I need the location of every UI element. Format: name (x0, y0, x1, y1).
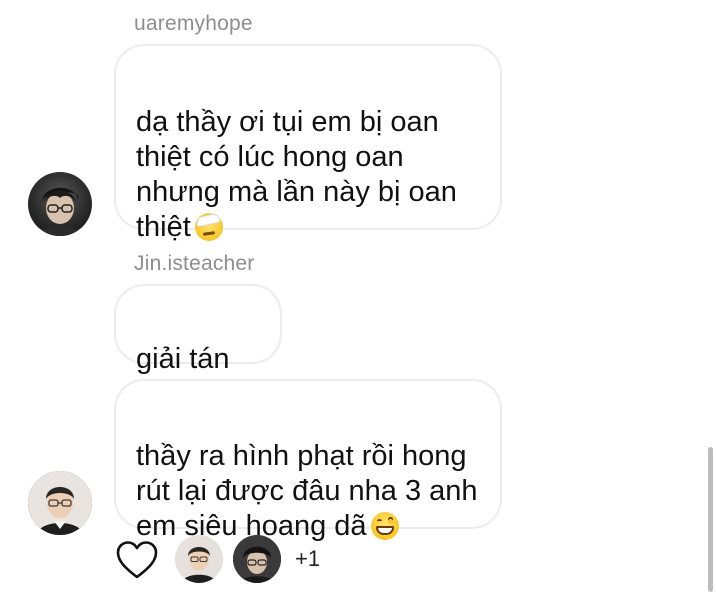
profile-photo-icon (38, 187, 82, 236)
sender-name: uaremyhope (134, 12, 253, 35)
sender-name: Jin.isteacher (134, 252, 255, 275)
message-text: dạ thầy ơi tụi em bị oan thiệt có lúc ho… (136, 106, 457, 243)
grinning-face-icon (370, 512, 399, 540)
avatar[interactable] (28, 172, 92, 236)
message-bubble[interactable]: dạ thầy ơi tụi em bị oan thiệt có lúc ho… (114, 44, 502, 243)
message-bubble[interactable]: thầy ra hình phạt rồi hong rút lại được … (114, 379, 502, 542)
heart-outline-icon (116, 541, 158, 579)
message-text: thầy ra hình phạt rồi hong rút lại được … (136, 440, 478, 542)
profile-photo-icon (28, 471, 92, 535)
message-bubble[interactable]: giải tán đi (114, 284, 282, 410)
reactor-avatar[interactable] (175, 535, 223, 583)
like-button[interactable] (115, 540, 159, 580)
reactor-avatar[interactable] (233, 535, 281, 583)
profile-photo-icon (175, 535, 223, 583)
scrollbar[interactable] (708, 447, 713, 592)
face-with-head-bandage-icon (194, 213, 223, 241)
avatar[interactable] (28, 471, 92, 535)
profile-photo-icon (233, 535, 281, 583)
reaction-count[interactable]: +1 (295, 546, 320, 572)
